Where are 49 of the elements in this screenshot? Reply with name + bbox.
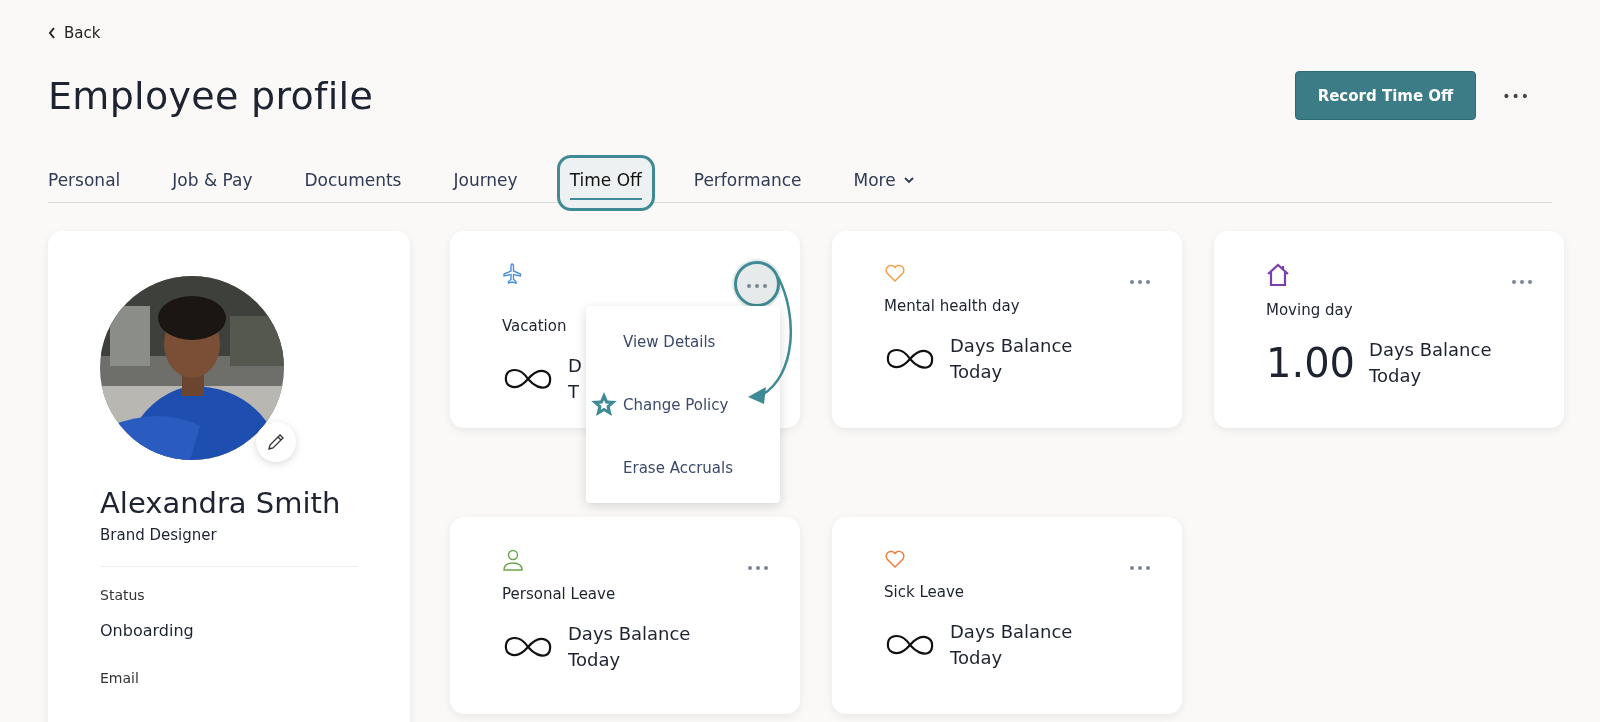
- more-button[interactable]: [734, 261, 780, 307]
- tab[interactable]: Time Off: [556, 155, 655, 211]
- field-label: Email: [100, 670, 140, 686]
- policy-name: Sick Leave: [884, 583, 965, 601]
- infinity-icon: [502, 634, 554, 660]
- plane-icon: [502, 263, 522, 285]
- dots-icon: [1512, 280, 1532, 284]
- house-icon: [1266, 263, 1290, 287]
- infinity-icon: [502, 366, 554, 392]
- policy-name: Vacation: [502, 317, 568, 335]
- balance-label: Days Balance Today: [950, 620, 1073, 670]
- dots-icon: [748, 566, 768, 570]
- employee-name: Alexandra Smith: [100, 486, 342, 520]
- field-value: Onboarding: [100, 621, 195, 640]
- tab[interactable]: Personal: [35, 155, 134, 211]
- tab[interactable]: Documents: [291, 155, 415, 211]
- balance-label: Days Balance Today: [568, 622, 691, 672]
- field-label: Status: [100, 587, 146, 603]
- balance-label: Days Balance Today: [950, 334, 1073, 384]
- balance-label: D T: [568, 354, 582, 404]
- back-link[interactable]: Back: [48, 24, 101, 42]
- menu-item[interactable]: View Details: [586, 310, 780, 373]
- tab[interactable]: Performance: [680, 155, 815, 211]
- chevron-left-icon: [48, 27, 56, 39]
- tab[interactable]: More: [840, 155, 927, 211]
- infinity-icon: [884, 632, 936, 658]
- page-title: Employee profile: [48, 73, 374, 118]
- more-button[interactable]: •••: [1498, 83, 1534, 108]
- balance-value: 1.00: [1266, 340, 1356, 386]
- caret-icon: [903, 177, 914, 183]
- infinity-icon: [884, 346, 936, 372]
- edit-photo-button[interactable]: [256, 422, 296, 462]
- heart-icon: [884, 549, 906, 569]
- tab[interactable]: Journey: [440, 155, 531, 211]
- pencil-icon: [267, 433, 285, 451]
- heart-icon: [884, 263, 906, 283]
- balance-label: Days Balance Today: [1369, 338, 1492, 388]
- job-title: Brand Designer: [100, 526, 218, 544]
- policy-name: Moving day: [1266, 301, 1354, 319]
- tab[interactable]: Job & Pay: [159, 155, 266, 211]
- person-icon: [502, 549, 524, 571]
- record-time-off-button[interactable]: Record Time Off: [1294, 71, 1477, 120]
- policy-name: Mental health day: [884, 297, 1021, 315]
- dots-icon: [1130, 566, 1150, 570]
- policy-name: Personal Leave: [502, 585, 617, 603]
- menu-item[interactable]: Change Policy: [586, 373, 780, 436]
- dots-icon: [1130, 280, 1150, 284]
- menu-item[interactable]: Erase Accruals: [586, 436, 780, 499]
- dots-icon: [747, 284, 767, 288]
